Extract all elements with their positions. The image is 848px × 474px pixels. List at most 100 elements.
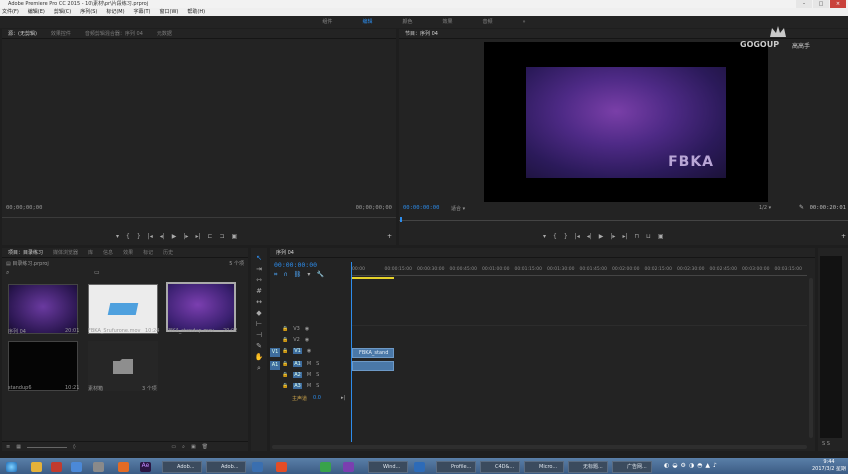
tab-source[interactable]: 源：(无剪辑) (8, 29, 37, 38)
track-label[interactable]: V1 (293, 348, 302, 354)
master-volume[interactable]: 0.0 (313, 395, 321, 402)
taskbar-btn-micro[interactable]: Micro... (524, 461, 564, 473)
x-app-icon[interactable] (118, 462, 129, 472)
tray-icon[interactable]: ◑ (689, 462, 694, 469)
icon-view-icon[interactable]: ▦ (16, 442, 21, 451)
solo-icon[interactable]: S (316, 361, 319, 367)
zoom-slider[interactable] (26, 447, 67, 448)
k-app-icon[interactable] (414, 462, 425, 472)
source-timecode-out[interactable]: 00;00;00;00 (356, 205, 392, 211)
taskbar-btn-windows[interactable]: Wind... (368, 461, 408, 473)
slip-tool-icon[interactable]: ⊢ (256, 320, 262, 328)
after-effects-icon[interactable]: Ae (140, 462, 151, 472)
razor-tool-icon[interactable]: ◆ (256, 309, 261, 317)
slide-tool-icon[interactable]: ⊣ (256, 331, 262, 339)
menu-title[interactable]: 字幕(T) (134, 8, 151, 16)
lock-icon[interactable]: 🔒 (282, 348, 288, 354)
tab-media-browser[interactable]: 媒体浏览器 (53, 248, 78, 257)
chrome-icon[interactable] (276, 462, 287, 472)
workspace-assembly[interactable]: 组件 (322, 16, 332, 28)
sort-icon[interactable]: ◊ (73, 442, 75, 451)
thumb-fbka-standup[interactable] (166, 282, 236, 332)
solo-icon[interactable]: S (316, 383, 319, 389)
thumb-standup6[interactable] (8, 341, 78, 391)
zoom-tool-icon[interactable]: ⌕ (257, 364, 261, 373)
insert-icon[interactable]: ⊏ (207, 233, 212, 240)
source-patch-v1[interactable]: V1 (270, 348, 280, 357)
audio-clip-fbka[interactable] (352, 361, 394, 371)
play-icon[interactable]: ▶ (172, 233, 177, 240)
extract-icon[interactable]: ⊔ (646, 233, 651, 240)
lock-icon[interactable]: 🔒 (282, 337, 288, 343)
hand-tool-icon[interactable]: ✋ (255, 353, 264, 361)
tray-icon[interactable]: ◓ (697, 462, 702, 469)
rate-stretch-tool-icon[interactable]: ↔ (256, 298, 262, 306)
go-to-in-icon[interactable]: |◂ (575, 233, 580, 240)
maximize-button[interactable]: □ (813, 0, 829, 8)
marker-icon[interactable]: ▾ (116, 233, 119, 240)
eye-icon[interactable]: ◉ (305, 326, 309, 332)
workspace-audio[interactable]: 音频 (482, 16, 492, 28)
eye-icon[interactable]: ◉ (305, 337, 309, 343)
mark-out-icon[interactable]: } (137, 233, 141, 240)
nest-icon[interactable]: ⌗ (274, 271, 277, 279)
taskbar-btn-c4d[interactable]: C4D&... (480, 461, 520, 473)
minimize-button[interactable]: – (796, 0, 812, 8)
network-icon[interactable]: ▲ (705, 462, 710, 469)
mute-icon[interactable]: M (307, 372, 311, 378)
list-view-icon[interactable]: ≡ (6, 442, 10, 451)
snap-icon[interactable]: ∩ (283, 271, 287, 279)
wrench-icon[interactable]: ✎ (799, 204, 804, 211)
tab-sequence[interactable]: 序列 04 (276, 248, 294, 257)
thumb-fbka-srufurone[interactable] (88, 284, 158, 334)
go-to-out-icon[interactable]: ▸| (195, 233, 200, 240)
close-button[interactable]: × (830, 0, 846, 8)
work-area-bar[interactable] (352, 277, 394, 279)
taskbar-btn-ad-network[interactable]: 广告网... (612, 461, 652, 473)
media-icon[interactable] (93, 462, 104, 472)
program-timecode[interactable]: 00:00:00:00 (403, 205, 439, 211)
lock-icon[interactable]: 🔒 (282, 361, 288, 367)
tab-effects[interactable]: 效果 (123, 248, 133, 257)
menu-edit[interactable]: 编辑(E) (28, 8, 45, 16)
menu-clip[interactable]: 剪辑(C) (54, 8, 71, 16)
go-to-out-icon[interactable]: ▸| (622, 233, 627, 240)
rolling-edit-tool-icon[interactable]: # (256, 287, 262, 295)
eye-icon[interactable]: ◉ (307, 348, 311, 354)
source-scrubber[interactable] (2, 217, 396, 218)
track-label[interactable]: A2 (293, 372, 302, 378)
tab-effect-controls[interactable]: 效果控件 (51, 29, 71, 38)
tab-markers[interactable]: 标记 (143, 248, 153, 257)
time-ruler[interactable]: 00:00 00:00:15:00 00:00:30:00 00:00:45:00 00… (352, 262, 807, 276)
tray-icon[interactable]: ◐ (664, 462, 669, 469)
track-select-tool-icon[interactable]: ⇥ (256, 265, 262, 273)
lock-icon[interactable]: 🔒 (282, 372, 288, 378)
find-icon[interactable]: ⌕ (182, 442, 185, 451)
zoom-fit-dropdown[interactable]: 适合 ▾ (451, 205, 485, 212)
lift-icon[interactable]: ⊓ (634, 233, 639, 240)
workspace-editing[interactable]: 编辑 (362, 16, 372, 28)
timeline-scrollbar[interactable] (272, 445, 807, 449)
more-workspaces-icon[interactable]: » (523, 16, 526, 28)
program-scrubber[interactable] (399, 217, 848, 222)
menu-file[interactable]: 文件(F) (2, 8, 19, 16)
explorer-icon[interactable] (31, 462, 42, 472)
start-button[interactable] (6, 462, 17, 472)
step-forward-icon[interactable]: |▸ (183, 233, 188, 240)
menu-window[interactable]: 窗口(W) (160, 8, 179, 16)
volume-icon[interactable]: ♪ (713, 462, 717, 469)
program-playhead[interactable] (400, 217, 402, 222)
firefox-icon[interactable] (71, 462, 82, 472)
solo-icon[interactable]: S (316, 372, 319, 378)
taskbar-btn-premiere[interactable]: Adob... (206, 461, 246, 473)
clock[interactable]: 9:44 2017/3/2 星期四 (812, 459, 846, 473)
add-button-icon[interactable]: + (841, 233, 846, 240)
mute-icon[interactable]: M (307, 383, 311, 389)
taskbar-btn-profile[interactable]: Profile... (436, 461, 476, 473)
thumb-sequence04[interactable] (8, 284, 78, 334)
mark-out-icon[interactable]: } (564, 233, 568, 240)
tab-info[interactable]: 信息 (103, 248, 113, 257)
timeline-vscrollbar[interactable] (809, 278, 813, 438)
taskbar-btn-untitled[interactable]: 无标题... (568, 461, 608, 473)
new-bin-button-icon[interactable]: ▭ (171, 442, 176, 451)
